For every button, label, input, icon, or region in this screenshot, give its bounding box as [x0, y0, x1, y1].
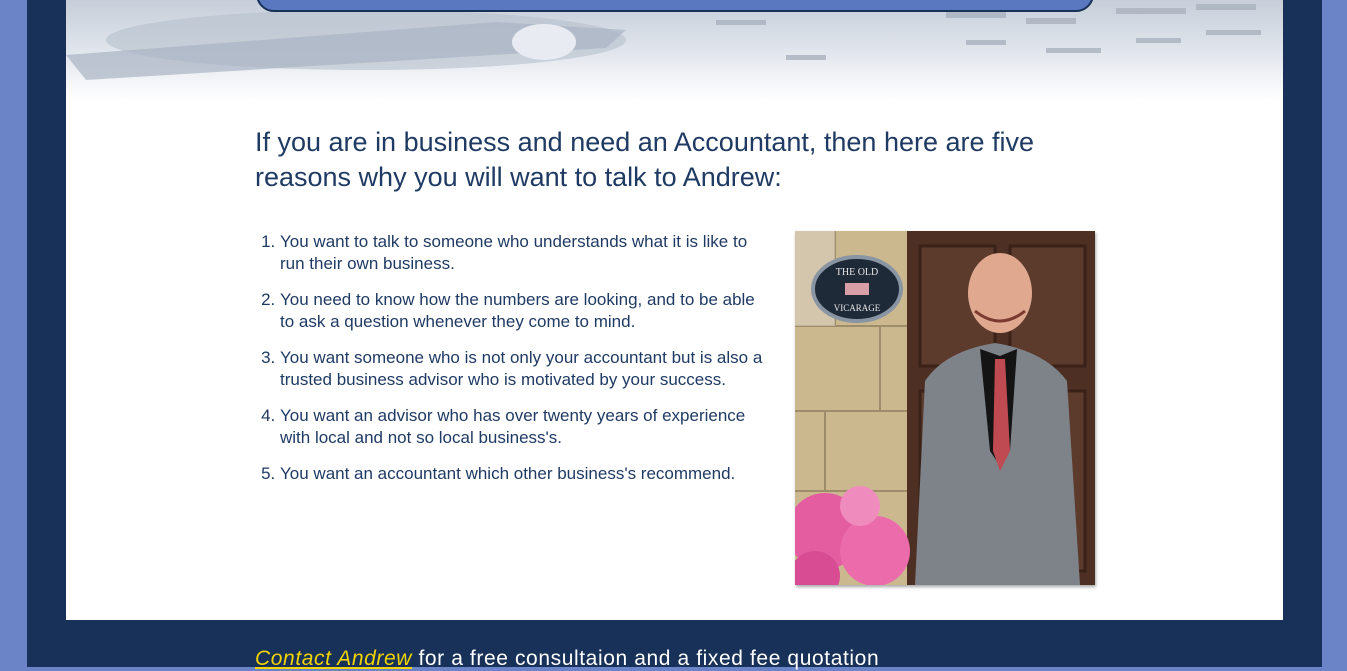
footer-call-to-action: Contact Andrew for a free consultaion an… — [255, 647, 879, 671]
svg-text:THE OLD: THE OLD — [836, 267, 879, 278]
banner-pen-image — [66, 4, 1261, 80]
list-item: You want an accountant which other busin… — [280, 463, 770, 485]
page-headline: If you are in business and need an Accou… — [255, 127, 1035, 192]
reasons-list: You want to talk to someone who understa… — [280, 231, 770, 499]
header-banner — [66, 0, 1283, 100]
navigation-bar[interactable] — [256, 0, 1094, 12]
main-content: If you are in business and need an Accou… — [66, 0, 1283, 620]
list-item: You need to know how the numbers are loo… — [280, 289, 770, 333]
list-item: You want an advisor who has over twenty … — [280, 405, 770, 449]
list-item: You want to talk to someone who understa… — [280, 231, 770, 275]
list-item: You want someone who is not only your ac… — [280, 347, 770, 391]
svg-text:VICARAGE: VICARAGE — [834, 303, 881, 313]
andrew-photo: THE OLD VICARAGE — [795, 231, 1095, 585]
